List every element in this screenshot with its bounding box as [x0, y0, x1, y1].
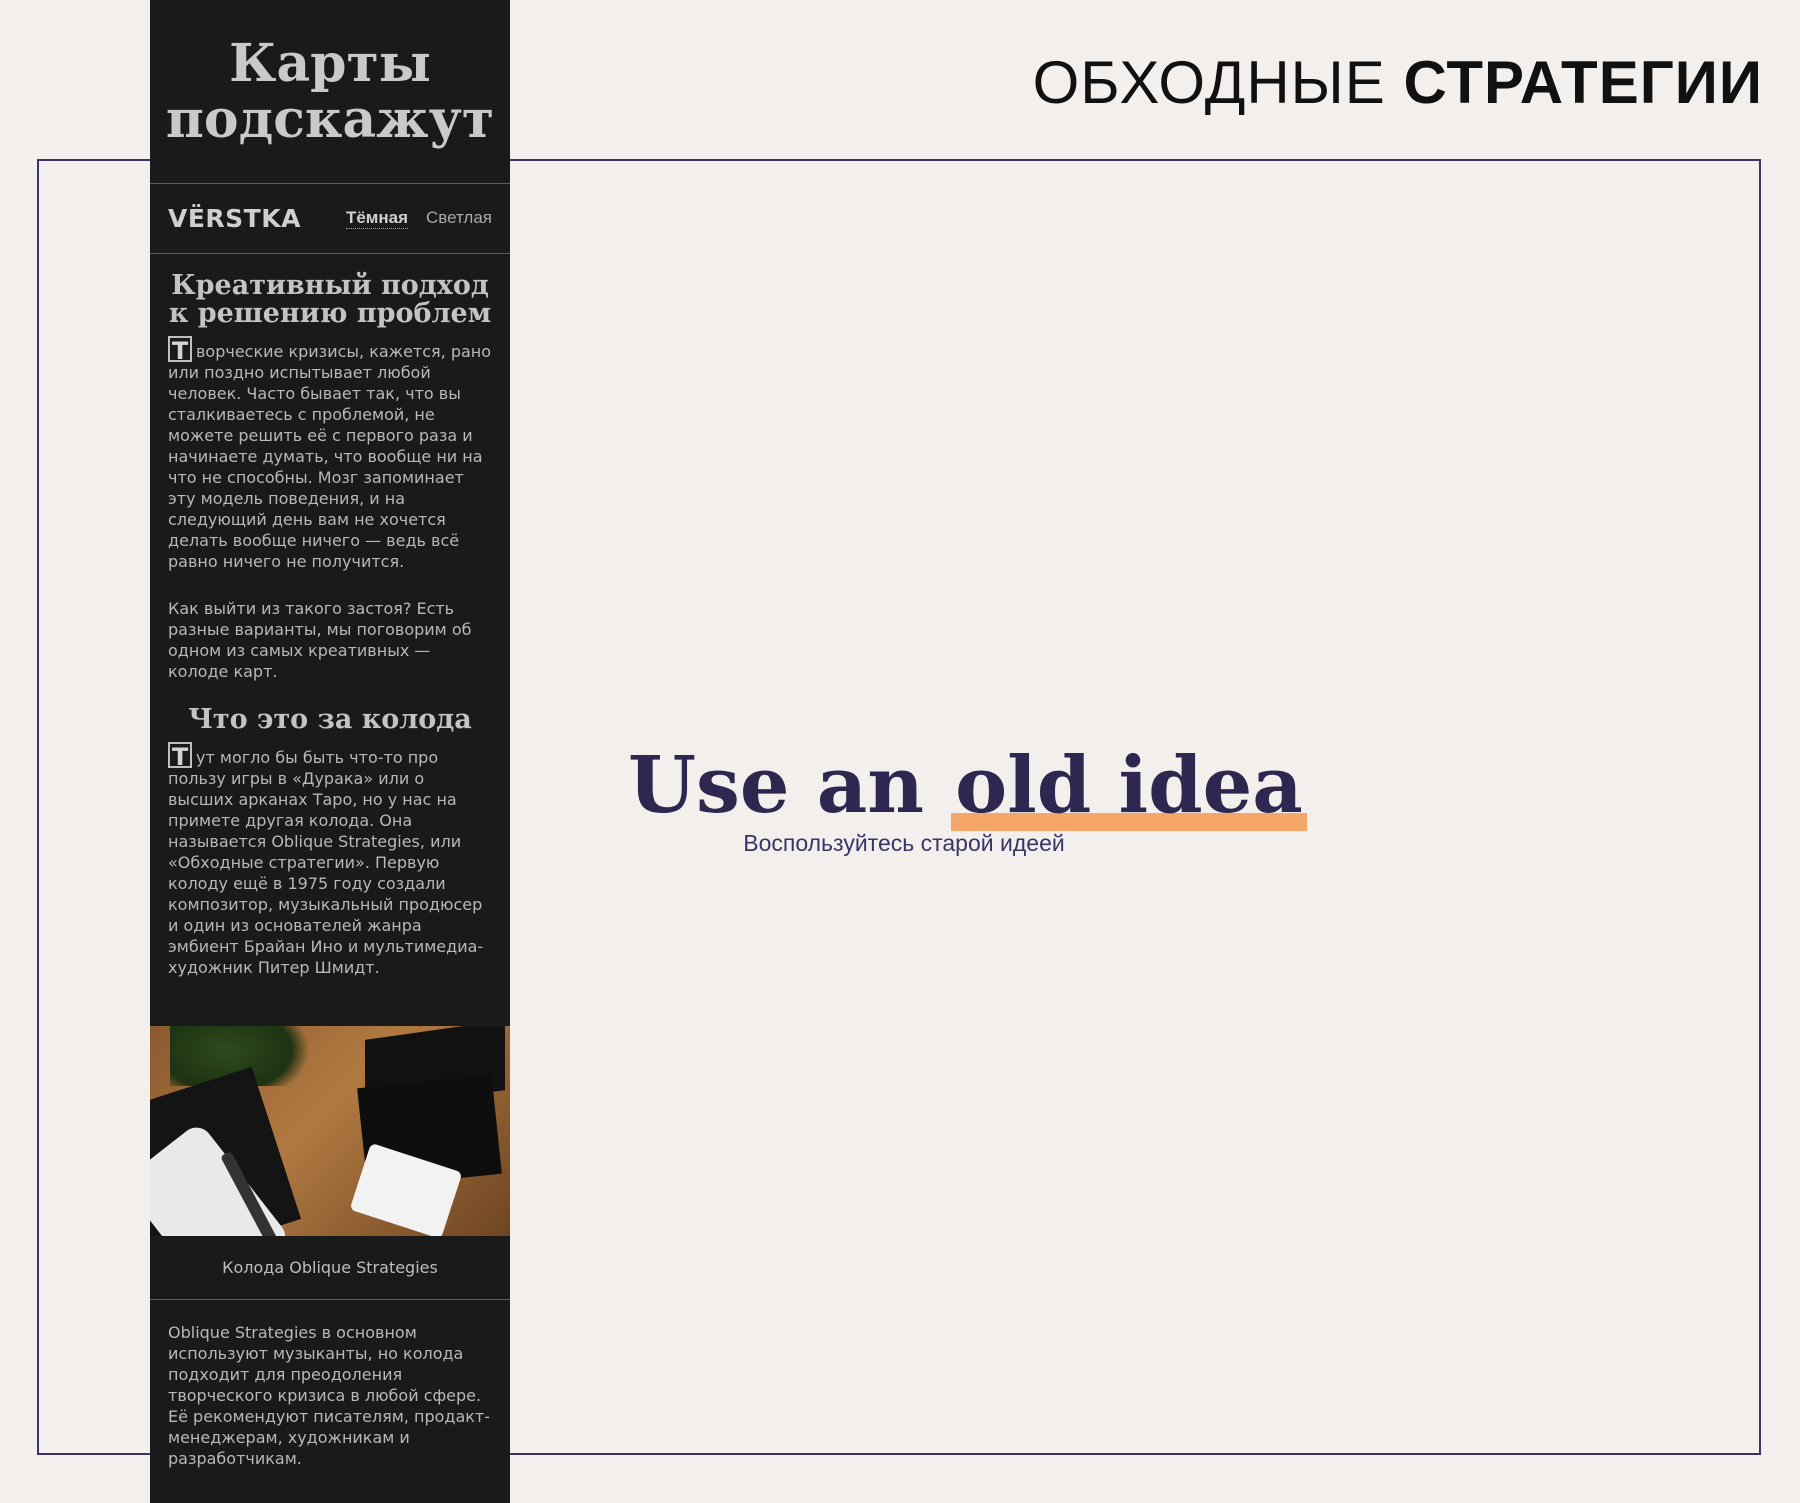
- strategy-phrase: Use an old idea: [628, 740, 1307, 831]
- page-title: ОБХОДНЫЕ СТРАТЕГИИ: [1033, 48, 1763, 117]
- theme-switcher: Тёмная Светлая: [345, 208, 492, 229]
- site-logo[interactable]: VЁRSTKA: [168, 204, 301, 233]
- strategy-phrase-highlight: old idea: [951, 740, 1307, 831]
- paragraph: Творческие кризисы, кажется, рано или по…: [168, 336, 492, 572]
- paragraph: Тут могло бы быть что-то про пользу игры…: [168, 742, 492, 978]
- article-header: Карты подскажут: [150, 0, 510, 184]
- strategy-translation: Воспользуйтесь старой идеей: [743, 830, 1065, 856]
- photo-caption: Колода Oblique Strategies: [150, 1236, 510, 1300]
- site-nav: VЁRSTKA Тёмная Светлая: [150, 184, 510, 254]
- page-title-bold: СТРАТЕГИИ: [1403, 49, 1763, 116]
- paragraph-text: ворческие кризисы, кажется, рано или поз…: [168, 342, 492, 571]
- paragraph: Как выйти из такого застоя? Есть разные …: [168, 599, 472, 681]
- article-title: Карты подскажут: [165, 32, 495, 150]
- dropcap: Т: [168, 742, 192, 770]
- theme-light-option[interactable]: Светлая: [426, 208, 492, 229]
- page-title-light: ОБХОДНЫЕ: [1032, 49, 1386, 116]
- section-heading: Что это за колода: [188, 704, 472, 735]
- article-continuation: Oblique Strategies в основном используют…: [150, 1322, 510, 1469]
- paragraph-text: ут могло бы быть что-то про пользу игры …: [168, 748, 484, 977]
- theme-dark-option[interactable]: Тёмная: [345, 208, 408, 229]
- article-body: Креативный подход к решению проблем Твор…: [150, 254, 510, 978]
- article-photo: [150, 1026, 510, 1236]
- paragraph: Oblique Strategies в основном используют…: [168, 1323, 491, 1468]
- dropcap: Т: [168, 336, 192, 364]
- phone-mockup[interactable]: Карты подскажут VЁRSTKA Тёмная Светлая К…: [150, 0, 510, 1503]
- strategy-phrase-plain: Use an: [628, 740, 924, 831]
- section-heading: Креативный подход к решению проблем: [168, 270, 492, 329]
- strategy-card: Use an old idea Воспользуйтесь старой ид…: [628, 740, 1307, 857]
